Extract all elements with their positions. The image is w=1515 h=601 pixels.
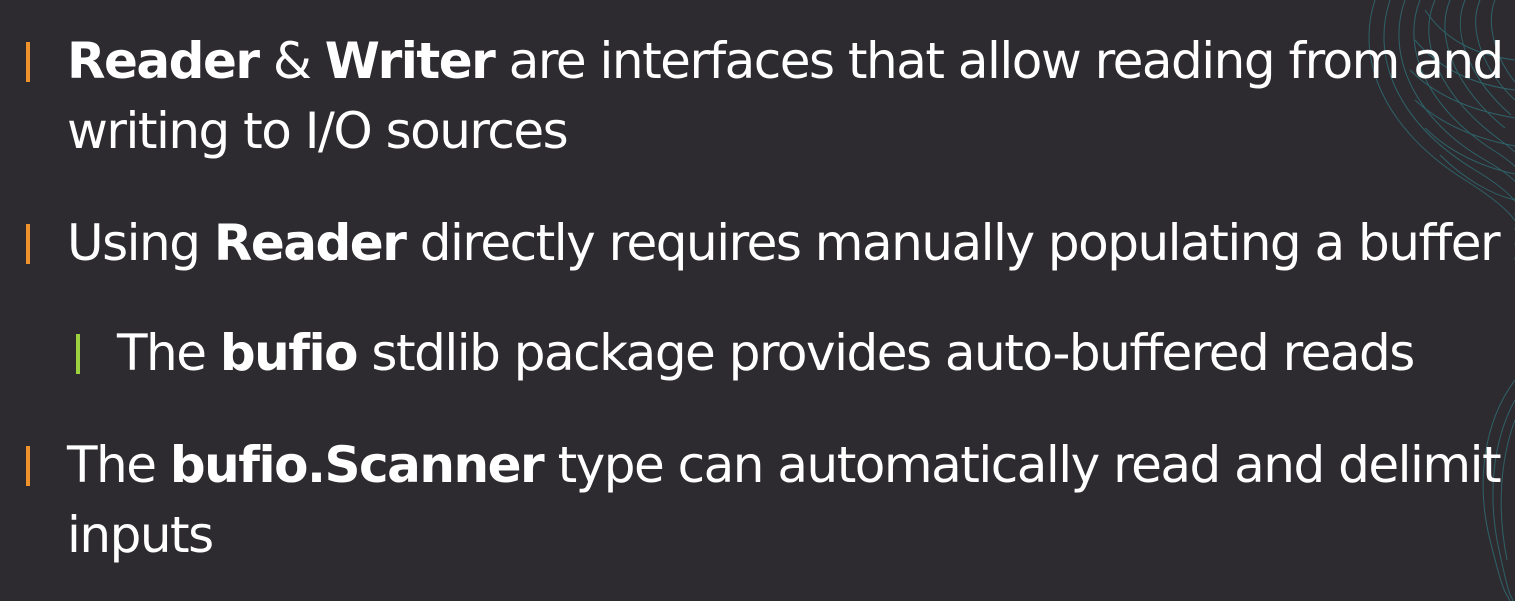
bullet-line: writing to I/O sources xyxy=(67,102,569,160)
bullet-line: The bufio stdlib package provides auto-b… xyxy=(117,318,1415,388)
bullet-bufio-scanner: The bufio.Scanner type can automatically… xyxy=(26,430,1502,570)
sub-bullet-bufio: The bufio stdlib package provides auto-b… xyxy=(76,318,1415,388)
bullet-reader-writer: Reader & Writer are interfaces that allo… xyxy=(26,26,1505,166)
bold-term: bufio.Scanner xyxy=(169,436,545,494)
bold-term: Writer xyxy=(324,32,496,90)
bullet-line: inputs xyxy=(67,506,214,564)
text-run: type can automatically read and delimit xyxy=(543,436,1502,494)
bullet-marker xyxy=(26,224,30,264)
bold-term: Reader xyxy=(67,32,260,90)
text-run: stdlib package provides auto-buffered re… xyxy=(357,324,1415,382)
text-run: The xyxy=(117,324,220,382)
bullet-line: Reader & Writer are interfaces that allo… xyxy=(67,26,1505,96)
bullet-line: Using Reader directly requires manually … xyxy=(67,208,1501,278)
bold-term: Reader xyxy=(213,214,407,272)
text-run: & xyxy=(258,32,325,90)
slide: Reader & Writer are interfaces that allo… xyxy=(0,0,1515,601)
bold-term: bufio xyxy=(219,324,359,382)
bullet-using-reader: Using Reader directly requires manually … xyxy=(26,208,1501,278)
text-run: Using xyxy=(67,214,214,272)
bullet-marker xyxy=(26,42,30,82)
bullet-marker xyxy=(76,334,80,374)
text-run: directly requires manually populating a … xyxy=(405,214,1501,272)
text-run: are interfaces that allow reading from a… xyxy=(494,32,1505,90)
bullet-line: The bufio.Scanner type can automatically… xyxy=(67,430,1502,500)
text-run: The xyxy=(67,436,170,494)
bullet-marker xyxy=(26,446,30,486)
